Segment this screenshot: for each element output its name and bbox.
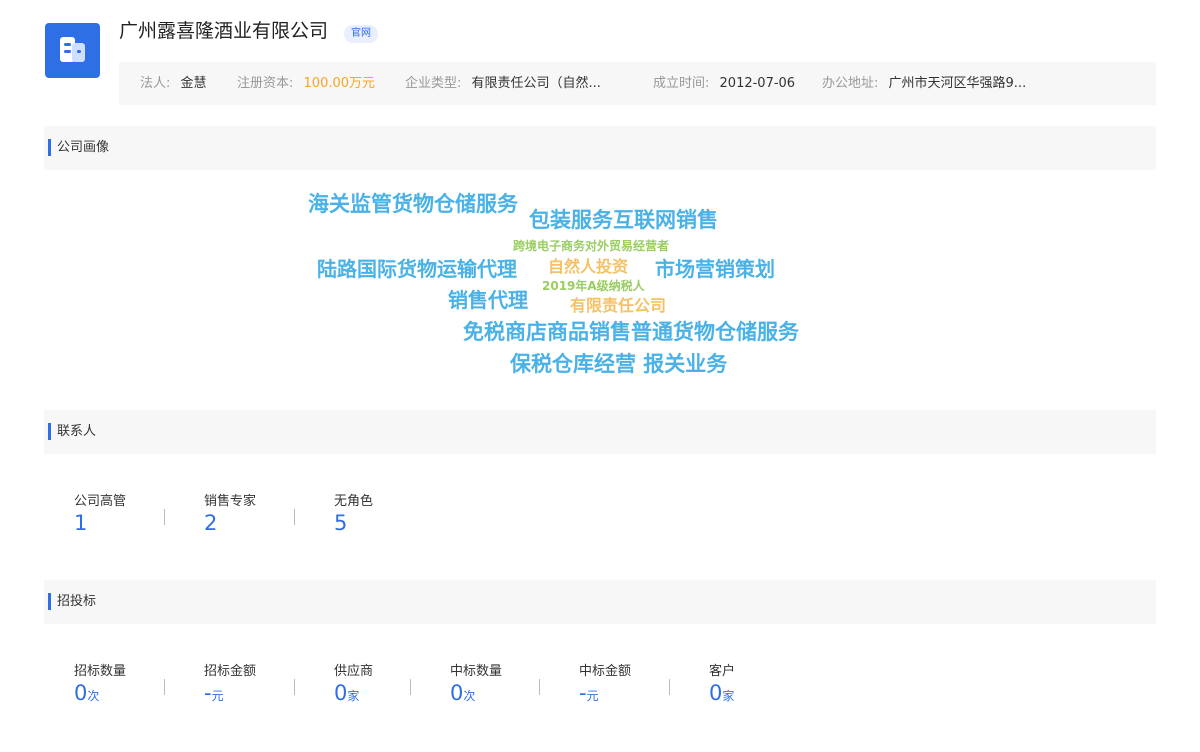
stat-number: 0 bbox=[450, 681, 464, 705]
stat-unit: 家 bbox=[347, 689, 360, 703]
section-accent bbox=[48, 139, 51, 156]
stat-win-count[interactable]: 中标数量 0次 bbox=[450, 663, 502, 709]
stat-number: - bbox=[204, 681, 212, 705]
divider bbox=[164, 509, 165, 525]
stat-label: 招标金额 bbox=[204, 664, 257, 679]
stat-label: 中标数量 bbox=[450, 664, 503, 679]
tag-word[interactable]: 市场营销策划 bbox=[655, 259, 775, 279]
founded-date: 成立时间: 2012-07-06 bbox=[653, 75, 795, 92]
stat-unit: 元 bbox=[586, 689, 599, 703]
building-icon bbox=[60, 37, 85, 62]
tag-cloud: 海关监管货物仓储服务 包装服务互联网销售 跨境电子商务对外贸易经营者 陆路国际货… bbox=[300, 186, 900, 386]
legal-rep: 法人: 金慧 bbox=[140, 75, 207, 92]
address-label: 办公地址: bbox=[822, 76, 879, 91]
stat-no-role[interactable]: 无角色 5 bbox=[334, 493, 373, 536]
stat-value: -元 bbox=[204, 680, 256, 709]
stat-number: 0 bbox=[334, 681, 348, 705]
tag-word[interactable]: 自然人投资 bbox=[548, 259, 628, 275]
stat-customers[interactable]: 客户 0家 bbox=[709, 663, 735, 709]
stat-unit: 次 bbox=[87, 689, 100, 703]
stat-label: 无角色 bbox=[334, 494, 374, 509]
tag-word[interactable]: 陆路国际货物运输代理 bbox=[317, 259, 517, 279]
section-bidding: 招投标 bbox=[44, 580, 1156, 624]
stat-executives[interactable]: 公司高管 1 bbox=[74, 493, 126, 536]
section-title: 招投标 bbox=[57, 594, 97, 609]
company-name: 广州露喜隆酒业有限公司 bbox=[119, 20, 329, 42]
divider bbox=[294, 679, 295, 695]
registered-capital: 注册资本: 100.00万元 bbox=[237, 75, 375, 92]
stat-value: 0家 bbox=[334, 680, 373, 709]
section-accent bbox=[48, 423, 51, 440]
stat-tender-amount[interactable]: 招标金额 -元 bbox=[204, 663, 256, 709]
stat-value: 0次 bbox=[74, 680, 126, 709]
stat-label: 供应商 bbox=[334, 664, 374, 679]
tag-word[interactable]: 包装服务互联网销售 bbox=[529, 210, 718, 231]
stat-label: 招标数量 bbox=[74, 664, 127, 679]
stat-sales-experts[interactable]: 销售专家 2 bbox=[204, 493, 256, 536]
tag-word[interactable]: 有限责任公司 bbox=[570, 298, 666, 314]
stat-unit: 次 bbox=[463, 689, 476, 703]
stat-unit: 元 bbox=[211, 689, 224, 703]
stat-value: -元 bbox=[579, 680, 631, 709]
company-type: 企业类型: 有限责任公司（自然... bbox=[405, 75, 601, 92]
divider bbox=[539, 679, 540, 695]
founded-label: 成立时间: bbox=[653, 76, 710, 91]
type-label: 企业类型: bbox=[405, 76, 462, 91]
stat-tender-count[interactable]: 招标数量 0次 bbox=[74, 663, 126, 709]
stat-label: 公司高管 bbox=[74, 494, 127, 509]
legal-rep-value[interactable]: 金慧 bbox=[181, 76, 207, 91]
stat-label: 中标金额 bbox=[579, 664, 632, 679]
address-value[interactable]: 广州市天河区华强路9... bbox=[889, 76, 1027, 91]
tag-word[interactable]: 海关监管货物仓储服务 bbox=[308, 194, 518, 215]
tag-word[interactable]: 保税仓库经营 报关业务 bbox=[510, 354, 727, 375]
official-site-badge[interactable]: 官网 bbox=[344, 25, 378, 43]
stat-number: 0 bbox=[74, 681, 88, 705]
stat-value: 1 bbox=[74, 511, 88, 535]
divider bbox=[164, 679, 165, 695]
founded-value: 2012-07-06 bbox=[719, 76, 796, 91]
tag-word[interactable]: 销售代理 bbox=[448, 290, 528, 310]
section-accent bbox=[48, 593, 51, 610]
stat-value: 0家 bbox=[709, 680, 735, 709]
stat-label: 客户 bbox=[709, 664, 736, 679]
stat-number: - bbox=[579, 681, 587, 705]
company-logo bbox=[45, 23, 100, 78]
section-company-portrait: 公司画像 bbox=[44, 126, 1156, 170]
tag-word[interactable]: 2019年A级纳税人 bbox=[542, 280, 645, 292]
divider bbox=[669, 679, 670, 695]
stat-suppliers[interactable]: 供应商 0家 bbox=[334, 663, 373, 709]
divider bbox=[294, 509, 295, 525]
divider bbox=[410, 679, 411, 695]
stat-number: 0 bbox=[709, 681, 723, 705]
legal-rep-label: 法人: bbox=[140, 76, 171, 91]
capital-label: 注册资本: bbox=[237, 76, 294, 91]
office-address: 办公地址: 广州市天河区华强路9... bbox=[822, 75, 1026, 92]
tag-word[interactable]: 免税商店商品销售普通货物仓储服务 bbox=[463, 322, 799, 343]
stat-label: 销售专家 bbox=[204, 494, 257, 509]
stat-value: 2 bbox=[204, 511, 218, 535]
capital-value: 100.00万元 bbox=[303, 76, 376, 91]
section-title: 公司画像 bbox=[57, 140, 110, 155]
section-contacts: 联系人 bbox=[44, 410, 1156, 454]
stat-value: 5 bbox=[334, 511, 348, 535]
company-info-bar: 法人: 金慧 注册资本: 100.00万元 企业类型: 有限责任公司（自然...… bbox=[119, 62, 1156, 105]
type-value: 有限责任公司（自然... bbox=[471, 76, 601, 91]
stat-value: 0次 bbox=[450, 680, 502, 709]
stat-win-amount[interactable]: 中标金额 -元 bbox=[579, 663, 631, 709]
stat-unit: 家 bbox=[722, 689, 735, 703]
tag-word[interactable]: 跨境电子商务对外贸易经营者 bbox=[513, 240, 669, 252]
section-title: 联系人 bbox=[57, 424, 97, 439]
